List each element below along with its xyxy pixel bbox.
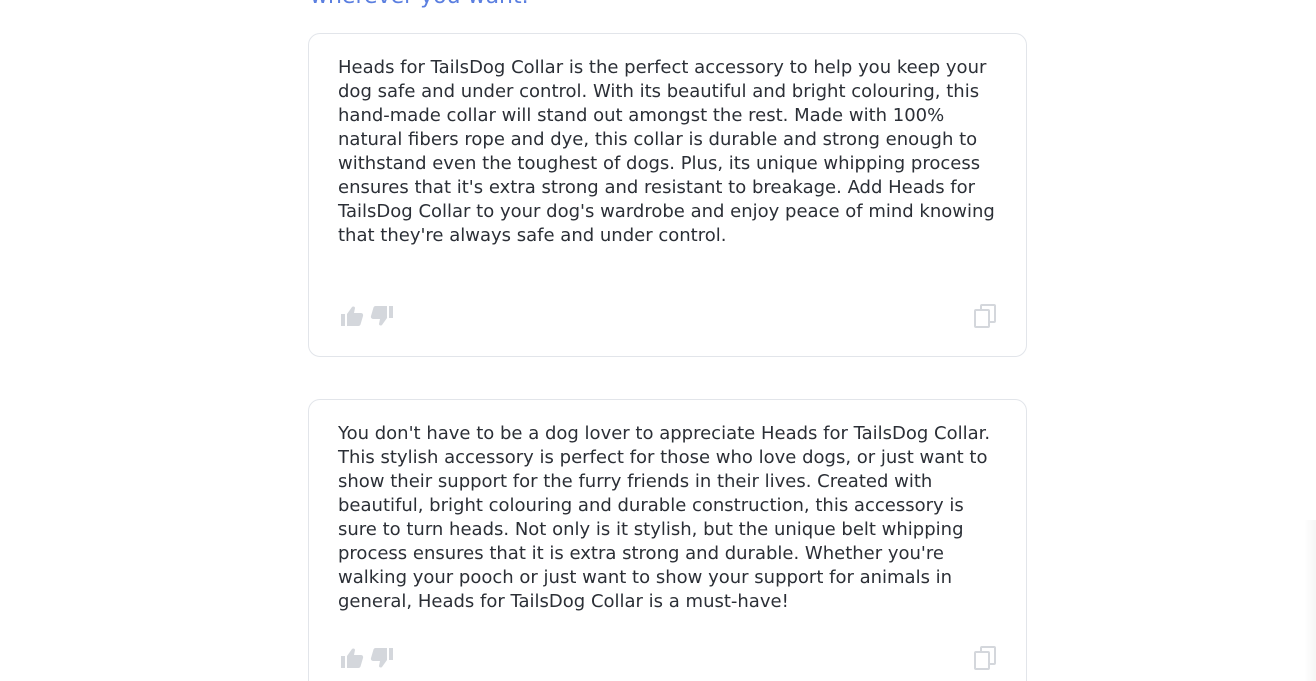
thumbs-up-button[interactable] [338, 302, 366, 330]
result-card: Heads for TailsDog Collar is the perfect… [308, 33, 1027, 357]
page: wherever you want. Heads for TailsDog Co… [0, 0, 1316, 681]
card-actions [338, 302, 997, 330]
copy-button[interactable] [971, 644, 999, 672]
copy-button[interactable] [971, 302, 999, 330]
copy-icon [974, 304, 996, 328]
thumbs-down-icon [370, 648, 393, 668]
thumbs-down-button[interactable] [368, 644, 396, 672]
result-text: Heads for TailsDog Collar is the perfect… [338, 57, 995, 246]
result-card: You don't have to be a dog lover to appr… [308, 399, 1027, 681]
thumbs-up-button[interactable] [338, 644, 366, 672]
thumbs-down-icon [370, 306, 393, 326]
card-actions [338, 644, 997, 672]
previous-text-cutoff: wherever you want. [310, 0, 529, 9]
thumbs-down-button[interactable] [368, 302, 396, 330]
thumbs-up-icon [341, 648, 364, 668]
copy-icon [974, 646, 996, 670]
result-text: You don't have to be a dog lover to appr… [338, 423, 991, 612]
scroll-shadow [1304, 520, 1316, 681]
thumbs-up-icon [341, 306, 364, 326]
